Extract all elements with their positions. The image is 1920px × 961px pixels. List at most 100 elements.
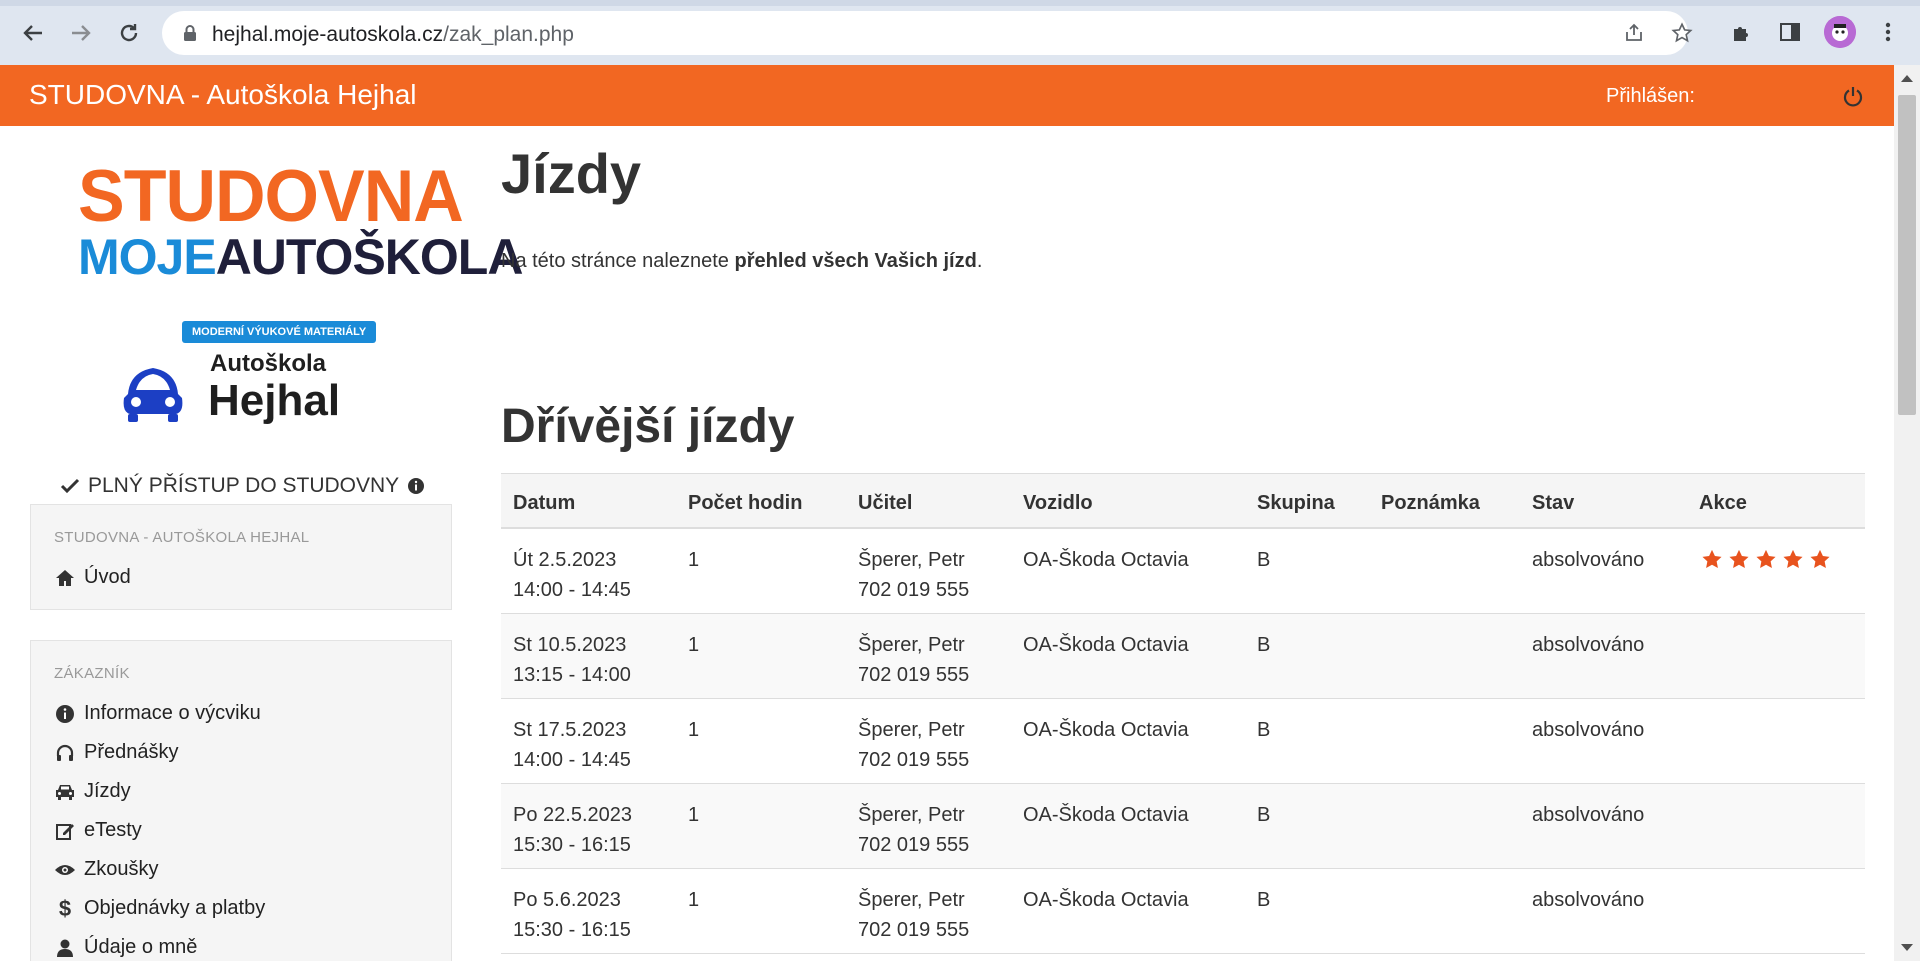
logout-power-icon[interactable] bbox=[1842, 85, 1864, 107]
sidebar-item-label: Úvod bbox=[84, 566, 131, 588]
cell-datum: Po 5.6.2023 15:30 - 16:15 bbox=[513, 889, 631, 941]
info-icon[interactable] bbox=[407, 477, 425, 495]
cell-datum: St 10.5.2023 13:15 - 14:00 bbox=[513, 634, 631, 686]
sidebar-item-zkousky[interactable]: Zkoušky bbox=[31, 850, 451, 889]
col-header-pocet-hodin: Počet hodin bbox=[688, 492, 803, 514]
cell-pocet-hodin: 1 bbox=[688, 549, 700, 571]
rating-star-icon[interactable] bbox=[1701, 549, 1723, 569]
table-row: Po 22.5.2023 15:30 - 16:15 1 Šperer, Petr… bbox=[501, 784, 1865, 869]
full-access-status: PLNÝ PŘÍSTUP DO STUDOVNY bbox=[60, 474, 425, 498]
full-access-label: PLNÝ PŘÍSTUP DO STUDOVNY bbox=[88, 474, 400, 497]
browser-toolbar: hejhal.moje-autoskola.cz/zak_plan.php bbox=[0, 0, 1920, 65]
cell-datum: Po 22.5.2023 15:30 - 16:15 bbox=[513, 804, 632, 856]
col-header-datum: Datum bbox=[513, 492, 576, 514]
login-status: Přihlášen: bbox=[1606, 85, 1695, 107]
col-header-akce: Akce bbox=[1699, 492, 1747, 514]
edit-icon bbox=[54, 820, 76, 842]
table-body: Út 2.5.2023 14:00 - 14:45 1 Šperer, Petr 7… bbox=[501, 529, 1865, 954]
side-panel-icon[interactable] bbox=[1776, 18, 1804, 46]
profile-avatar[interactable] bbox=[1824, 16, 1856, 48]
nav-panel-customer: ZÁKAZNÍK Informace o výcviku Přednášky J… bbox=[30, 640, 452, 961]
col-header-poznamka: Poznámka bbox=[1381, 492, 1480, 514]
cell-stav: absolvováno bbox=[1532, 634, 1645, 656]
menu-kebab-icon[interactable] bbox=[1874, 18, 1902, 46]
cell-stav: absolvováno bbox=[1532, 719, 1645, 741]
sidebar-item-label: Zkoušky bbox=[84, 858, 159, 880]
school-logo[interactable]: Autoškola Hejhal bbox=[118, 342, 340, 428]
scroll-up-arrow[interactable] bbox=[1901, 75, 1913, 82]
table-header-row: Datum Počet hodin Učitel Vozidlo Skupina… bbox=[501, 474, 1865, 529]
section-title: Dřívější jízdy bbox=[501, 400, 795, 453]
table-row: St 17.5.2023 14:00 - 14:45 1 Šperer, Petr… bbox=[501, 699, 1865, 784]
page-scrollbar[interactable] bbox=[1894, 65, 1920, 961]
sidebar-item-etesty[interactable]: eTesty bbox=[31, 811, 451, 850]
user-icon bbox=[54, 937, 76, 959]
sidebar-item-objednavky[interactable]: $ Objednávky a platby bbox=[31, 889, 451, 928]
col-header-stav: Stav bbox=[1532, 492, 1575, 514]
table-row: Po 5.6.2023 15:30 - 16:15 1 Šperer, Petr 7… bbox=[501, 869, 1865, 954]
dollar-icon: $ bbox=[58, 895, 72, 921]
share-icon[interactable] bbox=[1622, 21, 1646, 45]
cell-ucitel: Šperer, Petr 702 019 555 bbox=[858, 804, 970, 856]
cell-stav: absolvováno bbox=[1532, 889, 1645, 911]
col-header-vozidlo: Vozidlo bbox=[1023, 492, 1093, 514]
cell-datum: St 17.5.2023 14:00 - 14:45 bbox=[513, 719, 631, 771]
cell-pocet-hodin: 1 bbox=[688, 634, 700, 656]
logo-line-studovna: STUDOVNA bbox=[78, 155, 464, 237]
col-header-ucitel: Učitel bbox=[858, 492, 913, 514]
cell-pocet-hodin: 1 bbox=[688, 719, 700, 741]
cell-skupina: B bbox=[1257, 549, 1271, 571]
check-icon bbox=[60, 478, 80, 494]
page-intro: Na této stránce naleznete přehled všech … bbox=[501, 250, 983, 272]
extensions-icon[interactable] bbox=[1728, 18, 1756, 46]
address-bar[interactable]: hejhal.moje-autoskola.cz/zak_plan.php bbox=[162, 11, 1693, 55]
sidebar-item-label: Objednávky a platby bbox=[84, 897, 266, 919]
sidebar-item-udaje[interactable]: Údaje o mně bbox=[31, 928, 451, 961]
sidebar-item-uvod[interactable]: Úvod bbox=[31, 558, 451, 597]
info-icon bbox=[54, 703, 76, 725]
sidebar-item-label: Informace o výcviku bbox=[84, 702, 261, 724]
cell-vozidlo: OA-Škoda Octavia bbox=[1023, 719, 1189, 741]
scroll-down-arrow[interactable] bbox=[1901, 944, 1913, 951]
sidebar-item-label: Přednášky bbox=[84, 741, 179, 763]
cell-skupina: B bbox=[1257, 634, 1271, 656]
cell-ucitel: Šperer, Petr 702 019 555 bbox=[858, 889, 970, 941]
rating-star-icon[interactable] bbox=[1755, 549, 1777, 569]
rating-star-icon[interactable] bbox=[1809, 549, 1831, 569]
lock-icon bbox=[184, 25, 196, 41]
bookmark-star-icon[interactable] bbox=[1670, 21, 1694, 45]
logo-tagline: MODERNÍ VÝUKOVÉ MATERIÁLY bbox=[182, 321, 377, 343]
app-title[interactable]: STUDOVNA - Autoškola Hejhal bbox=[29, 79, 417, 111]
nav-panel-heading: ZÁKAZNÍK bbox=[54, 665, 130, 682]
sidebar-item-prednasky[interactable]: Přednášky bbox=[31, 733, 451, 772]
rating-star-icon[interactable] bbox=[1782, 549, 1804, 569]
back-icon[interactable] bbox=[16, 16, 50, 50]
sidebar-item-informace[interactable]: Informace o výcviku bbox=[31, 694, 451, 733]
cell-ucitel: Šperer, Petr 702 019 555 bbox=[858, 719, 970, 771]
nav-panel-heading: STUDOVNA - AUTOŠKOLA HEJHAL bbox=[54, 529, 310, 546]
rides-table: Datum Počet hodin Učitel Vozidlo Skupina… bbox=[501, 473, 1865, 954]
reload-icon[interactable] bbox=[112, 16, 146, 50]
eye-icon bbox=[54, 859, 76, 881]
sidebar-item-label: Jízdy bbox=[84, 780, 131, 802]
forward-icon[interactable] bbox=[64, 16, 98, 50]
cell-stav: absolvováno bbox=[1532, 549, 1645, 571]
cell-pocet-hodin: 1 bbox=[688, 804, 700, 826]
rating-star-icon[interactable] bbox=[1728, 549, 1750, 569]
cell-stav: absolvováno bbox=[1532, 804, 1645, 826]
cell-skupina: B bbox=[1257, 889, 1271, 911]
col-header-skupina: Skupina bbox=[1257, 492, 1335, 514]
cell-datum: Út 2.5.2023 14:00 - 14:45 bbox=[513, 549, 631, 601]
scroll-thumb[interactable] bbox=[1898, 95, 1916, 415]
cell-ucitel: Šperer, Petr 702 019 555 bbox=[858, 549, 970, 601]
url-text: hejhal.moje-autoskola.cz/zak_plan.php bbox=[212, 23, 574, 46]
cell-vozidlo: OA-Škoda Octavia bbox=[1023, 889, 1189, 911]
car-logo-icon bbox=[123, 368, 183, 422]
sidebar-item-jizdy[interactable]: Jízdy bbox=[31, 772, 451, 811]
tab-strip bbox=[0, 0, 1920, 6]
studovna-logo[interactable]: STUDOVNA MOJEAUTOŠKOLA MODERNÍ VÝUKOVÉ M… bbox=[78, 155, 523, 343]
cell-vozidlo: OA-Škoda Octavia bbox=[1023, 634, 1189, 656]
cell-vozidlo: OA-Škoda Octavia bbox=[1023, 549, 1189, 571]
nav-panel-studovna: STUDOVNA - AUTOŠKOLA HEJHAL Úvod bbox=[30, 504, 452, 610]
home-icon bbox=[54, 567, 76, 589]
